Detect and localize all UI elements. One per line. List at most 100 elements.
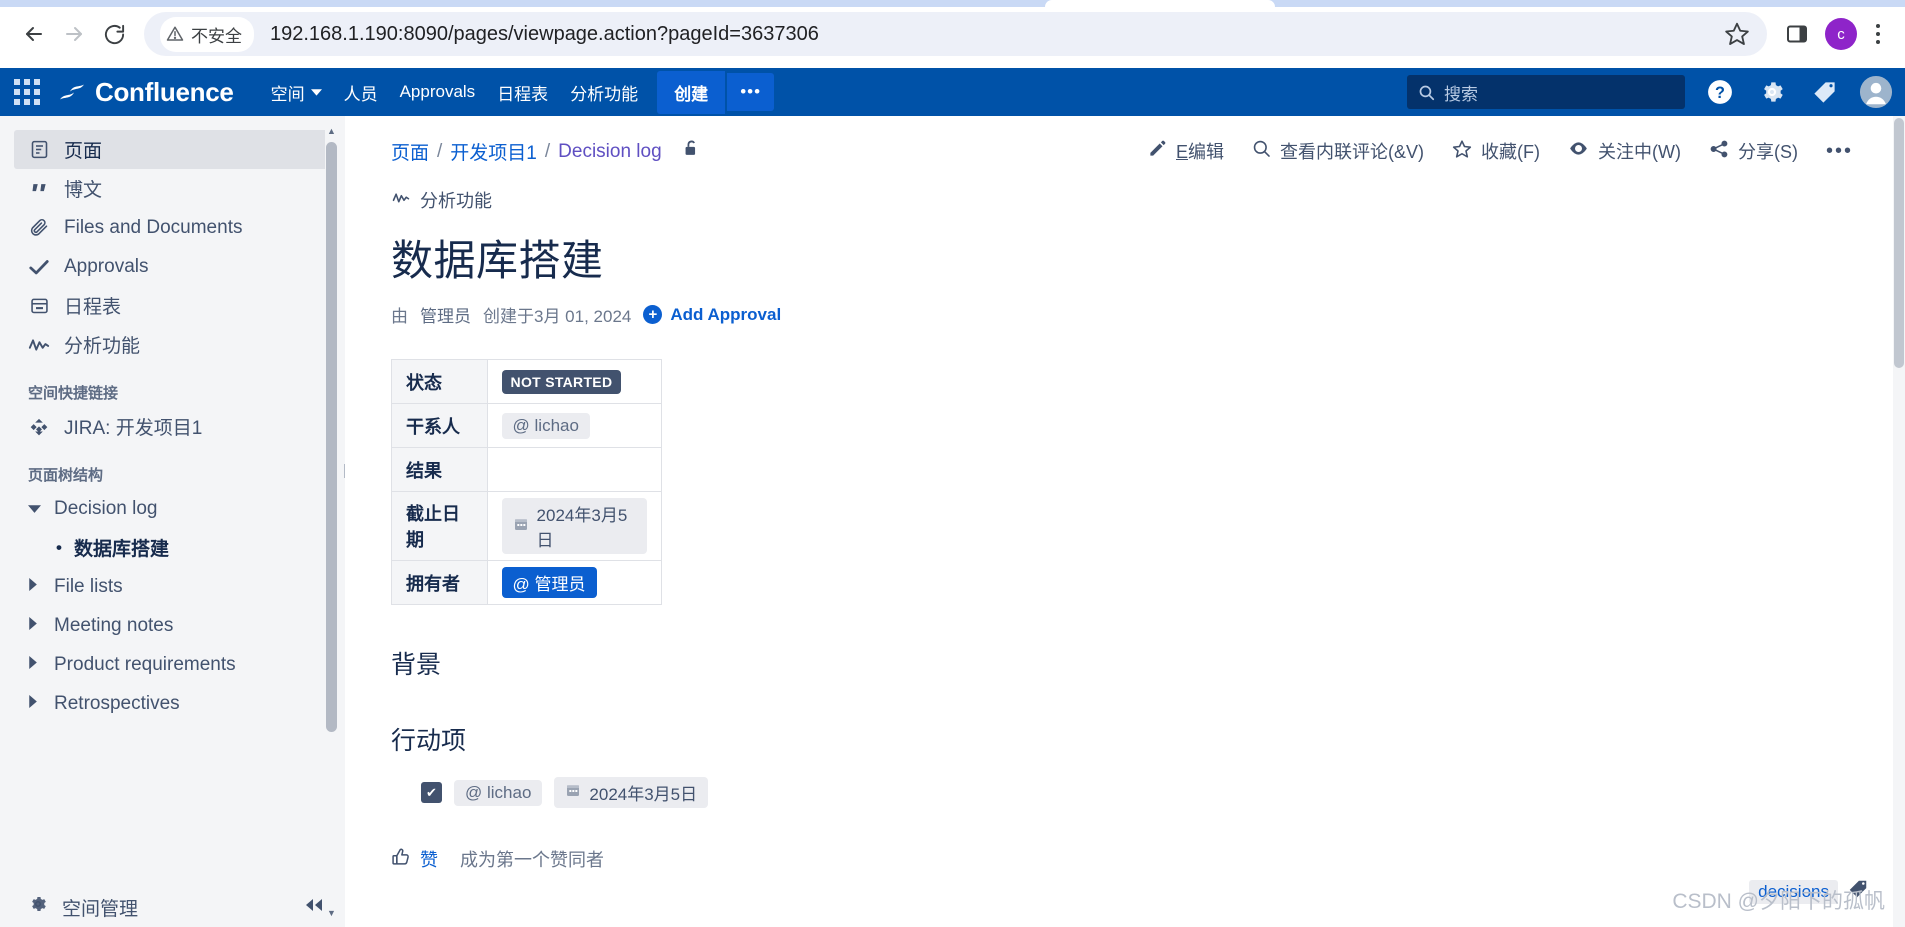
tree-item-file-lists[interactable]: File lists (14, 567, 331, 606)
side-panel-icon[interactable] (1777, 14, 1817, 54)
sidebar-space-settings[interactable]: 空间管理 (28, 894, 138, 921)
nav-item-people[interactable]: 人员 (333, 74, 389, 111)
table-value-status: NOT STARTED (486, 359, 663, 404)
user-mention[interactable]: @ lichao (501, 412, 590, 439)
page-action-toolbar: E编辑 查看内联评论(&V) 收藏(F) 关注中(W) 分享(S) ••• (1148, 138, 1853, 164)
page-icon (28, 139, 50, 160)
sidebar-shortcut-jira[interactable]: JIRA: 开发项目1 (14, 407, 331, 446)
nav-item-spaces[interactable]: 空间 (260, 74, 333, 111)
plus-icon: + (643, 305, 663, 324)
add-approval-label: Add Approval (670, 304, 782, 324)
table-key-outcome: 结果 (391, 447, 488, 492)
address-bar[interactable]: 不安全 192.168.1.190:8090/pages/viewpage.ac… (144, 12, 1767, 56)
create-more-button[interactable]: ••• (727, 73, 775, 111)
chevron-right-icon[interactable] (28, 578, 42, 595)
back-button[interactable] (14, 14, 54, 54)
breadcrumb-item-pages[interactable]: 页面 (391, 138, 429, 165)
label-chip-decisions[interactable]: decisions (1749, 879, 1838, 904)
breadcrumb-item-parent[interactable]: Decision log (558, 141, 662, 163)
share-button[interactable]: 分享(S) (1709, 138, 1798, 164)
section-heading-action-items: 行动项 (391, 727, 467, 755)
sidebar-item-calendar[interactable]: 日程表 (14, 286, 331, 325)
tree-item-meeting-notes[interactable]: Meeting notes (14, 606, 331, 645)
table-key-status: 状态 (391, 359, 488, 404)
task-assignee-mention[interactable]: @ lichao (454, 779, 543, 806)
table-value-outcome (486, 447, 663, 492)
confluence-logo[interactable]: Confluence (58, 77, 234, 108)
inline-comments-button[interactable]: 查看内联评论(&V) (1252, 138, 1424, 164)
topnav-right-group: 搜索 ? (1407, 75, 1893, 109)
forward-button[interactable] (54, 14, 94, 54)
quote-icon (28, 178, 50, 199)
chevron-right-icon[interactable] (28, 695, 42, 712)
sidebar-item-approvals[interactable]: Approvals (14, 247, 331, 286)
sidebar-item-files[interactable]: Files and Documents (14, 208, 331, 247)
bookmark-star-icon[interactable] (1717, 14, 1757, 54)
sidebar-item-pages[interactable]: 页面 (14, 130, 331, 169)
tree-item-product-requirements[interactable]: Product requirements (14, 645, 331, 684)
nav-item-calendar[interactable]: 日程表 (486, 74, 559, 111)
security-badge[interactable]: 不安全 (160, 16, 254, 52)
app-body: 页面 博文 Files and Documents Approvals 日程表 … (0, 116, 1905, 927)
tree-item-retrospectives[interactable]: Retrospectives (14, 684, 331, 723)
space-sidebar: 页面 博文 Files and Documents Approvals 日程表 … (0, 116, 345, 927)
notifications-tag-icon[interactable] (1807, 75, 1841, 109)
sidebar-item-calendar-label: 日程表 (64, 297, 122, 318)
reload-button[interactable] (94, 14, 134, 54)
browser-menu-icon[interactable] (1865, 17, 1891, 51)
chevron-right-icon[interactable] (28, 617, 42, 634)
more-actions-button[interactable]: ••• (1826, 140, 1853, 163)
nav-item-calendar-label: 日程表 (497, 84, 549, 104)
like-button[interactable]: 赞 (391, 846, 438, 872)
task-item: ✔ @ lichao 2024年3月5日 (421, 777, 1905, 808)
favourite-button[interactable]: 收藏(F) (1452, 138, 1540, 164)
sidebar-resize-handle[interactable]: || (335, 456, 345, 484)
create-button[interactable]: 创建 (657, 70, 726, 114)
chevron-down-icon[interactable] (28, 500, 42, 517)
sidebar-shortcut-jira-label: JIRA: 开发项目1 (64, 418, 203, 439)
confluence-mark-icon (60, 84, 84, 100)
breadcrumb-separator: / (437, 140, 443, 162)
content-scrollbar[interactable] (1893, 116, 1905, 927)
edit-button[interactable]: E编辑 (1148, 138, 1224, 164)
tree-item-current-page[interactable]: • 数据库搭建 (14, 528, 331, 567)
browser-profile-avatar[interactable]: c (1825, 18, 1857, 50)
sidebar-item-analytics[interactable]: 分析功能 (14, 325, 331, 364)
date-pill[interactable]: 2024年3月5日 (501, 498, 647, 554)
url-text[interactable]: 192.168.1.190:8090/pages/viewpage.action… (270, 23, 1717, 46)
chevron-right-icon[interactable] (28, 656, 42, 673)
sidebar-footer: 空间管理 (0, 887, 345, 927)
calendar-icon (565, 782, 581, 803)
edit-label: E编辑 (1176, 138, 1224, 164)
scroll-down-icon[interactable]: ▼ (325, 906, 338, 919)
nav-item-approvals[interactable]: Approvals (389, 76, 487, 108)
search-input[interactable]: 搜索 (1407, 75, 1685, 109)
gear-icon[interactable] (1755, 75, 1789, 109)
chevron-down-icon (310, 89, 322, 96)
sidebar-scrollbar-thumb[interactable] (326, 142, 337, 732)
content-scrollbar-thumb[interactable] (1894, 118, 1904, 368)
sidebar-scrollbar[interactable]: ▲ ▼ (325, 124, 338, 919)
sidebar-item-blog[interactable]: 博文 (14, 169, 331, 208)
watch-button[interactable]: 关注中(W) (1568, 138, 1681, 164)
table-key-due-date: 截止日期 (391, 491, 488, 561)
status-badge[interactable]: NOT STARTED (501, 369, 622, 394)
nav-item-analytics[interactable]: 分析功能 (559, 74, 649, 111)
task-due-date[interactable]: 2024年3月5日 (554, 777, 709, 808)
tree-item-meeting-notes-label: Meeting notes (54, 614, 174, 636)
add-approval-button[interactable]: + Add Approval (643, 305, 781, 325)
tree-item-decision-log[interactable]: Decision log (14, 489, 331, 528)
section-heading-background: 背景 (391, 651, 442, 679)
breadcrumb-item-space[interactable]: 开发项目1 (450, 138, 537, 165)
help-icon[interactable]: ? (1703, 75, 1737, 109)
table-row: 干系人 @ lichao (391, 403, 663, 448)
restrictions-lock-icon[interactable] (682, 138, 701, 164)
byline-author[interactable]: 管理员 (420, 302, 471, 327)
task-checkbox[interactable]: ✔ (421, 782, 442, 803)
sidebar-collapse-button[interactable] (305, 896, 323, 918)
scroll-up-icon[interactable]: ▲ (325, 124, 338, 137)
app-switcher-icon[interactable] (14, 79, 40, 105)
label-tag-icon[interactable] (1847, 878, 1869, 905)
user-avatar[interactable] (1859, 75, 1893, 109)
user-mention-owner[interactable]: @ 管理员 (501, 567, 597, 598)
